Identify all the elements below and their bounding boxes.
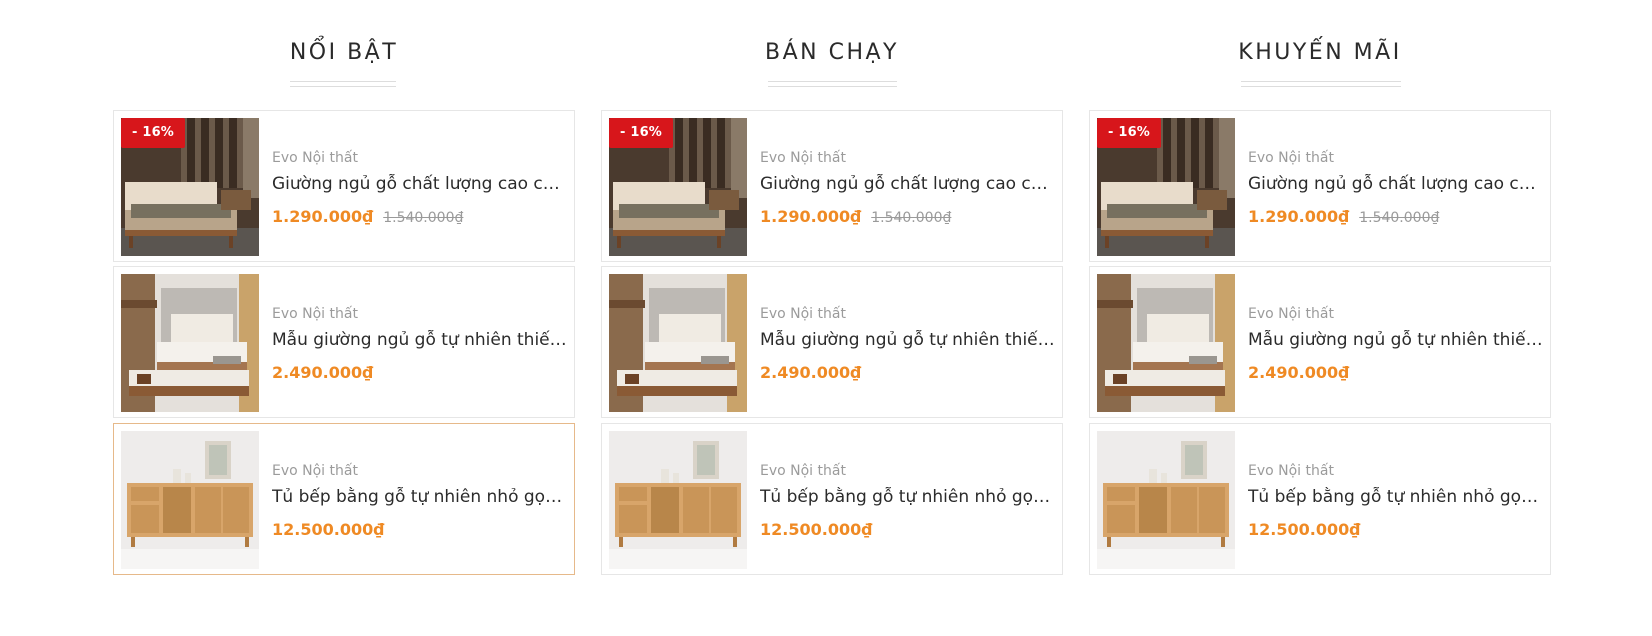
- product-info: Evo Nội thất Mẫu giường ngủ gỗ tự nhiên …: [1248, 305, 1544, 384]
- title-underline: [1241, 81, 1401, 87]
- product-info: Evo Nội thất Giường ngủ gỗ chất lượng ca…: [760, 149, 1056, 229]
- price-row: 1.290.000₫ 1.540.000₫: [1248, 206, 1544, 229]
- product-price: 12.500.000₫: [272, 520, 385, 539]
- price-row: 12.500.000₫: [760, 519, 1056, 541]
- product-name[interactable]: Tủ bếp bằng gỗ tự nhiên nhỏ gọn tiện dụn…: [272, 486, 568, 508]
- trundle-bed-photo: [121, 274, 259, 412]
- product-price: 2.490.000₫: [760, 363, 862, 382]
- product-vendor: Evo Nội thất: [1248, 150, 1334, 166]
- cabinet-photo: [121, 431, 259, 569]
- price-row: 2.490.000₫: [272, 362, 568, 384]
- old-price: 1.540.000₫: [383, 210, 464, 226]
- product-name[interactable]: Mẫu giường ngủ gỗ tự nhiên thiết kế thôn…: [272, 329, 568, 351]
- product-card[interactable]: Evo Nội thất Tủ bếp bằng gỗ tự nhiên nhỏ…: [1089, 423, 1551, 575]
- product-info: Evo Nội thất Giường ngủ gỗ chất lượng ca…: [1248, 149, 1544, 229]
- product-vendor: Evo Nội thất: [760, 463, 846, 479]
- product-vendor: Evo Nội thất: [760, 150, 846, 166]
- product-card[interactable]: - 16% Evo Nội thất Giường ngủ gỗ chất lư…: [113, 110, 575, 262]
- cabinet-photo: [1097, 431, 1235, 569]
- product-name[interactable]: Giường ngủ gỗ chất lượng cao cho phòng n…: [1248, 173, 1544, 195]
- product-price: 1.290.000₫: [760, 207, 862, 226]
- product-name[interactable]: Giường ngủ gỗ chất lượng cao cho phòng n…: [760, 173, 1056, 195]
- product-name[interactable]: Tủ bếp bằng gỗ tự nhiên nhỏ gọn tiện dụn…: [760, 486, 1056, 508]
- section-title: KHUYẾN MÃI: [1238, 40, 1402, 65]
- product-image-trundle-bed[interactable]: [609, 274, 747, 412]
- discount-badge: - 16%: [121, 118, 186, 148]
- price-row: 1.290.000₫ 1.540.000₫: [272, 206, 568, 229]
- trundle-bed-photo: [1097, 274, 1235, 412]
- price-row: 1.290.000₫ 1.540.000₫: [760, 206, 1056, 229]
- product-price: 1.290.000₫: [1248, 207, 1350, 226]
- product-image-trundle-bed[interactable]: [121, 274, 259, 412]
- product-vendor: Evo Nội thất: [1248, 463, 1334, 479]
- product-price: 2.490.000₫: [1248, 363, 1350, 382]
- product-name[interactable]: Giường ngủ gỗ chất lượng cao cho phòng n…: [272, 173, 568, 195]
- old-price: 1.540.000₫: [871, 210, 952, 226]
- discount-badge: - 16%: [1097, 118, 1162, 148]
- price-row: 12.500.000₫: [1248, 519, 1544, 541]
- product-info: Evo Nội thất Giường ngủ gỗ chất lượng ca…: [272, 149, 568, 229]
- old-price: 1.540.000₫: [1359, 210, 1440, 226]
- product-card[interactable]: Evo Nội thất Tủ bếp bằng gỗ tự nhiên nhỏ…: [113, 423, 575, 575]
- product-vendor: Evo Nội thất: [272, 150, 358, 166]
- product-info: Evo Nội thất Mẫu giường ngủ gỗ tự nhiên …: [272, 305, 568, 384]
- product-name[interactable]: Tủ bếp bằng gỗ tự nhiên nhỏ gọn tiện dụn…: [1248, 486, 1544, 508]
- product-sections: NỔI BẬT - 16% Evo Nội thất Giường ngủ gỗ…: [0, 0, 1652, 636]
- price-row: 12.500.000₫: [272, 519, 568, 541]
- product-card[interactable]: Evo Nội thất Mẫu giường ngủ gỗ tự nhiên …: [113, 266, 575, 418]
- product-info: Evo Nội thất Tủ bếp bằng gỗ tự nhiên nhỏ…: [1248, 462, 1544, 541]
- cabinet-photo: [609, 431, 747, 569]
- product-image-trundle-bed[interactable]: [1097, 274, 1235, 412]
- product-name[interactable]: Mẫu giường ngủ gỗ tự nhiên thiết kế thôn…: [1248, 329, 1544, 351]
- product-vendor: Evo Nội thất: [1248, 306, 1334, 322]
- product-info: Evo Nội thất Tủ bếp bằng gỗ tự nhiên nhỏ…: [272, 462, 568, 541]
- product-price: 12.500.000₫: [760, 520, 873, 539]
- product-image-cabinet[interactable]: [1097, 431, 1235, 569]
- product-price: 2.490.000₫: [272, 363, 374, 382]
- product-vendor: Evo Nội thất: [272, 306, 358, 322]
- product-price: 12.500.000₫: [1248, 520, 1361, 539]
- product-image-cabinet[interactable]: [121, 431, 259, 569]
- price-row: 2.490.000₫: [760, 362, 1056, 384]
- product-info: Evo Nội thất Tủ bếp bằng gỗ tự nhiên nhỏ…: [760, 462, 1056, 541]
- product-card[interactable]: Evo Nội thất Mẫu giường ngủ gỗ tự nhiên …: [1089, 266, 1551, 418]
- product-price: 1.290.000₫: [272, 207, 374, 226]
- product-info: Evo Nội thất Mẫu giường ngủ gỗ tự nhiên …: [760, 305, 1056, 384]
- product-card[interactable]: Evo Nội thất Mẫu giường ngủ gỗ tự nhiên …: [601, 266, 1063, 418]
- product-image-cabinet[interactable]: [609, 431, 747, 569]
- discount-badge: - 16%: [609, 118, 674, 148]
- trundle-bed-photo: [609, 274, 747, 412]
- section-title: NỔI BẬT: [289, 40, 399, 65]
- product-vendor: Evo Nội thất: [272, 463, 358, 479]
- title-underline: [768, 81, 897, 87]
- section-title: BÁN CHẠY: [765, 40, 899, 65]
- product-name[interactable]: Mẫu giường ngủ gỗ tự nhiên thiết kế thôn…: [760, 329, 1056, 351]
- product-vendor: Evo Nội thất: [760, 306, 846, 322]
- product-card[interactable]: Evo Nội thất Tủ bếp bằng gỗ tự nhiên nhỏ…: [601, 423, 1063, 575]
- product-card[interactable]: - 16% Evo Nội thất Giường ngủ gỗ chất lư…: [601, 110, 1063, 262]
- price-row: 2.490.000₫: [1248, 362, 1544, 384]
- title-underline: [290, 81, 396, 87]
- product-card[interactable]: - 16% Evo Nội thất Giường ngủ gỗ chất lư…: [1089, 110, 1551, 262]
